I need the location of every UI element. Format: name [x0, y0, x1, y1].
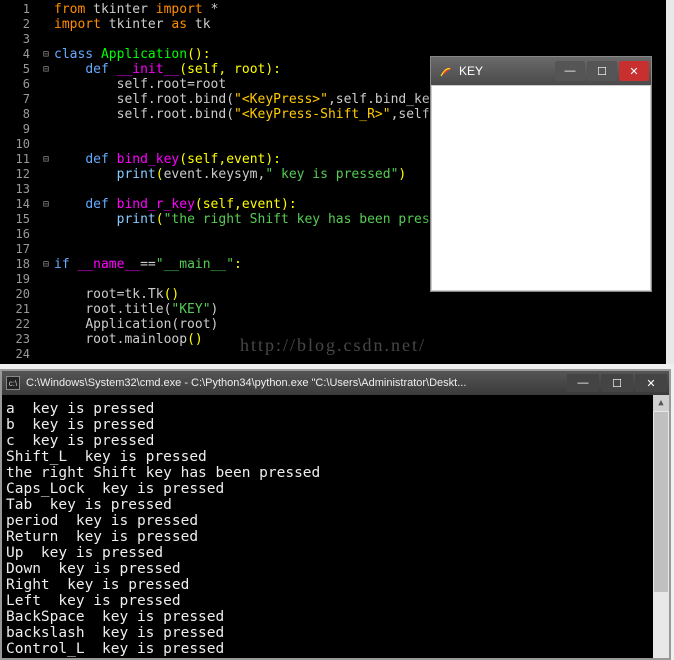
cmd-titlebar[interactable]: c:\ C:\Windows\System32\cmd.exe - C:\Pyt…: [2, 371, 669, 395]
minimize-button[interactable]: —: [555, 61, 585, 81]
close-button[interactable]: ✕: [619, 61, 649, 81]
tkinter-window[interactable]: KEY — ☐ ✕: [430, 56, 652, 292]
tkinter-client-area[interactable]: [431, 85, 651, 291]
cmd-title-text: C:\Windows\System32\cmd.exe - C:\Python3…: [26, 377, 466, 389]
editor-right-edge: [666, 0, 674, 364]
code-line: from tkinter import *: [54, 2, 666, 17]
tkinter-titlebar[interactable]: KEY — ☐ ✕: [431, 57, 651, 85]
cmd-icon: c:\: [6, 376, 20, 390]
maximize-button[interactable]: ☐: [587, 61, 617, 81]
cmd-maximize-button[interactable]: ☐: [601, 374, 633, 392]
tk-feather-icon: [439, 64, 453, 78]
code-line: import tkinter as tk: [54, 17, 666, 32]
scroll-thumb[interactable]: [654, 412, 668, 592]
code-line: root.title("KEY"): [54, 302, 666, 317]
scroll-up-icon[interactable]: ▲: [653, 395, 669, 411]
cmd-window[interactable]: c:\ C:\Windows\System32\cmd.exe - C:\Pyt…: [0, 369, 671, 660]
code-line: Application(root): [54, 317, 666, 332]
fold-column: ⊟⊟⊟⊟⊟: [38, 0, 54, 364]
cmd-close-button[interactable]: ✕: [635, 374, 667, 392]
cmd-minimize-button[interactable]: —: [567, 374, 599, 392]
watermark: http://blog.csdn.net/: [240, 335, 426, 356]
cmd-scrollbar[interactable]: ▲: [653, 395, 669, 658]
code-line: [54, 32, 666, 47]
tkinter-title: KEY: [459, 64, 483, 78]
line-number-gutter: 123456789101112131415161718192021222324: [0, 0, 38, 364]
cmd-output[interactable]: a key is pressed b key is pressed c key …: [2, 395, 669, 657]
